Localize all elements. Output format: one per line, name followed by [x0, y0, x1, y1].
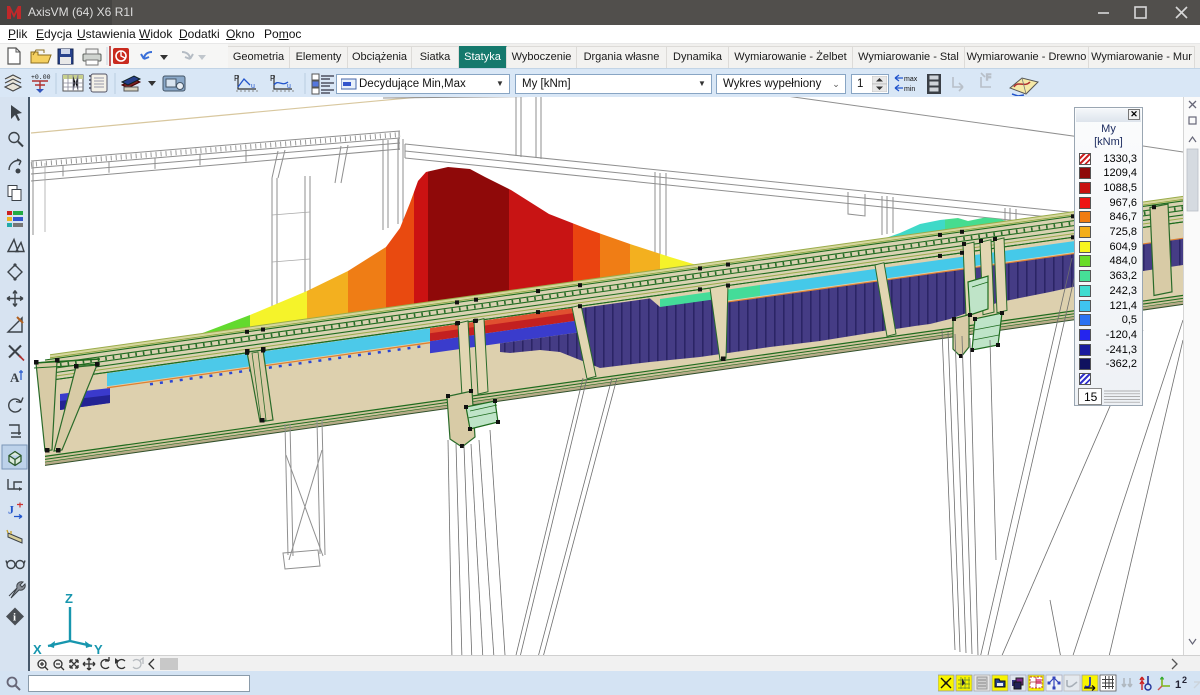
svg-text:max: max — [904, 76, 918, 83]
svg-text:J: J — [8, 503, 14, 517]
svg-text:1: 1 — [1175, 679, 1181, 691]
svg-text:+0.00: +0.00 — [31, 74, 51, 81]
svg-text:i: i — [13, 612, 16, 624]
svg-text:A: A — [10, 370, 20, 385]
svg-text:min: min — [904, 86, 915, 93]
svg-text:u: u — [251, 83, 255, 90]
svg-text:u: u — [287, 83, 291, 90]
svg-text:2: 2 — [1182, 675, 1187, 685]
svg-text:X: X — [33, 642, 42, 655]
svg-text:Y: Y — [94, 642, 103, 655]
svg-text:F: F — [986, 73, 991, 82]
svg-text:Z: Z — [65, 591, 73, 606]
